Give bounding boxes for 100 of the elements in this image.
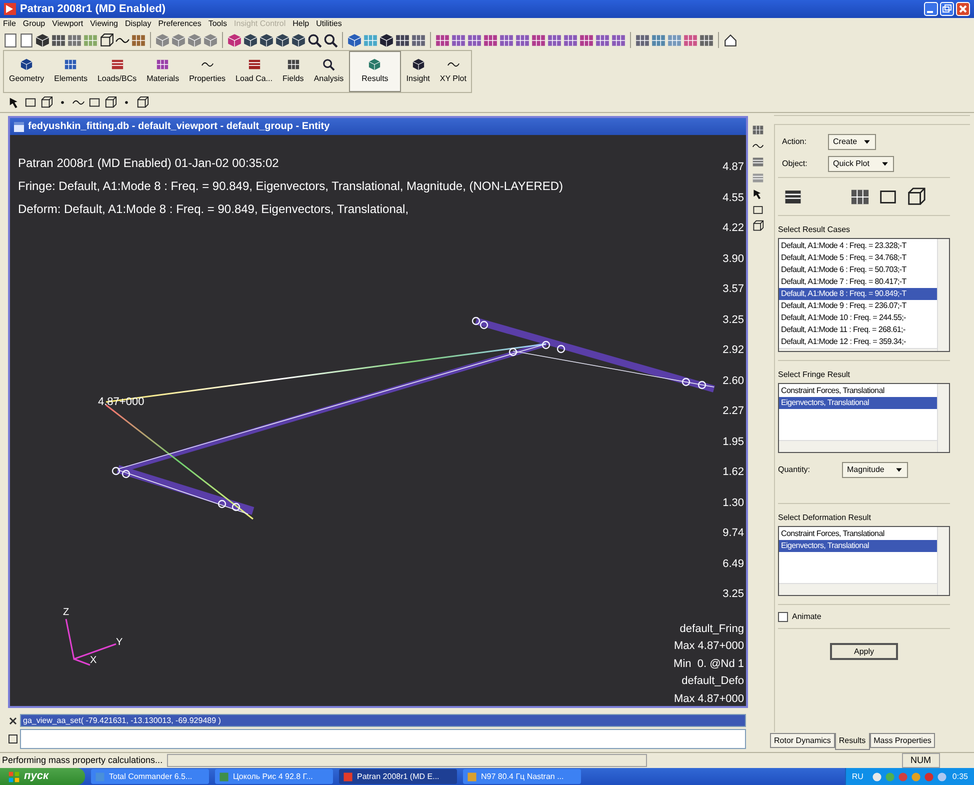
toolbar-tab[interactable]: Load Ca...: [230, 51, 278, 92]
toolbar-tab[interactable]: Properties: [184, 51, 231, 92]
grid-icon[interactable]: [752, 124, 764, 136]
toolbar-tab[interactable]: Results: [348, 51, 402, 92]
page-icon[interactable]: [3, 32, 18, 48]
cube-icon[interactable]: [379, 32, 394, 48]
page-icon[interactable]: [19, 32, 34, 48]
menu-item[interactable]: Help: [292, 20, 310, 28]
menu-item[interactable]: Display: [124, 20, 152, 28]
list-item[interactable]: Default, A1:Mode 6 : Freq. = 50.703;-T: [779, 264, 937, 276]
menu-item[interactable]: Group: [22, 20, 46, 28]
menu-item[interactable]: Viewport: [52, 20, 84, 28]
grid-icon[interactable]: [595, 32, 610, 48]
taskbar-button[interactable]: Total Commander 6.5...: [91, 769, 209, 784]
grid-icon[interactable]: [683, 32, 698, 48]
grid-icon[interactable]: [131, 32, 146, 48]
list-item[interactable]: Default, A1:Mode 12 : Freq. = 359.34;-: [779, 336, 937, 348]
object-dropdown[interactable]: Quick Plot: [828, 156, 894, 172]
cube-icon[interactable]: [291, 32, 306, 48]
grid-icon[interactable]: [483, 32, 498, 48]
grid-icon[interactable]: [67, 32, 82, 48]
bars-icon[interactable]: [752, 156, 764, 168]
picture-icon[interactable]: [906, 186, 926, 206]
animate-checkbox[interactable]: [778, 612, 788, 622]
grid-icon[interactable]: [51, 32, 66, 48]
list-item[interactable]: Eigenvectors, Translational: [779, 397, 937, 409]
toolbar-tab[interactable]: Insight: [401, 51, 435, 92]
grid-icon[interactable]: [547, 32, 562, 48]
minimize-icon[interactable]: [924, 2, 938, 16]
list-item[interactable]: Eigenvectors, Translational: [779, 540, 937, 552]
horizontal-scrollbar[interactable]: [779, 440, 937, 452]
cube-icon[interactable]: [35, 32, 50, 48]
grid-icon[interactable]: [395, 32, 410, 48]
vertical-scrollbar[interactable]: [937, 239, 949, 351]
taskbar-button[interactable]: Patran 2008r1 (MD E...: [339, 769, 457, 784]
grid-icon[interactable]: [611, 32, 626, 48]
menu-item[interactable]: Viewing: [90, 20, 118, 28]
bars-icon[interactable]: [752, 172, 764, 184]
panel-tab[interactable]: Results: [834, 733, 870, 750]
list-box[interactable]: [778, 238, 950, 352]
horizontal-scrollbar[interactable]: [779, 348, 937, 351]
list-item[interactable]: Default, A1:Mode 8 : Freq. = 90.849;-T: [779, 288, 937, 300]
menu-item[interactable]: File: [3, 20, 16, 28]
vertical-scrollbar[interactable]: [937, 527, 949, 595]
taskbar-button[interactable]: Цоколь Рис 4 92.8 Г...: [215, 769, 333, 784]
zoom-icon[interactable]: [323, 32, 338, 48]
list-item[interactable]: Constraint Forces, Translational: [779, 528, 937, 540]
cube-icon[interactable]: [259, 32, 274, 48]
list-item[interactable]: Default, A1:Mode 10 : Freq. = 244.55;-: [779, 312, 937, 324]
grid-icon[interactable]: [499, 32, 514, 48]
apply-button[interactable]: Apply: [830, 643, 898, 660]
menu-item[interactable]: Tools: [208, 20, 228, 28]
toolbar-tab[interactable]: Geometry: [4, 51, 50, 92]
box-icon[interactable]: [752, 220, 764, 232]
grid-icon[interactable]: [435, 32, 450, 48]
box-icon[interactable]: [99, 32, 114, 48]
box-icon[interactable]: [136, 96, 149, 109]
list-icon[interactable]: [784, 188, 802, 206]
cube-icon[interactable]: [243, 32, 258, 48]
grid-icon[interactable]: [467, 32, 482, 48]
taskbar-button[interactable]: N97 80.4 Гц Nastran ...: [463, 769, 581, 784]
grid-icon[interactable]: [515, 32, 530, 48]
panel-tab[interactable]: Mass Properties: [870, 733, 936, 748]
list-item[interactable]: Constraint Forces, Translational: [779, 385, 937, 397]
menu-item[interactable]: Preferences: [158, 20, 202, 28]
toolbar-tab[interactable]: Elements: [49, 51, 92, 92]
quantity-dropdown[interactable]: Magnitude: [842, 462, 908, 478]
horizontal-scrollbar[interactable]: [779, 583, 937, 595]
cube-icon[interactable]: [275, 32, 290, 48]
restore-icon[interactable]: [8, 734, 18, 744]
vertical-scrollbar[interactable]: [937, 384, 949, 452]
list-box[interactable]: Constraint Forces, Translational Eigenvectors, Translational: [778, 526, 950, 596]
toolbar-tab[interactable]: Loads/BCs: [92, 51, 142, 92]
grid-icon[interactable]: [579, 32, 594, 48]
list-item[interactable]: Default, A1:Mode 7 : Freq. = 80.417;-T: [779, 276, 937, 288]
command-input[interactable]: [20, 729, 746, 749]
toolbar-tab[interactable]: Materials: [142, 51, 184, 92]
box-icon[interactable]: [104, 96, 117, 109]
grid-icon[interactable]: [531, 32, 546, 48]
rectangle-icon[interactable]: [752, 204, 764, 216]
zoom-icon[interactable]: [307, 32, 322, 48]
list-item[interactable]: Default, A1:Mode 4 : Freq. = 23.328;-T: [779, 240, 937, 252]
grid-icon[interactable]: [451, 32, 466, 48]
tray-icon[interactable]: [872, 772, 882, 782]
list-item[interactable]: Default, A1:Mode 5 : Freq. = 34.768;-T: [779, 252, 937, 264]
action-dropdown[interactable]: Create: [828, 134, 876, 150]
rectangle-icon[interactable]: [24, 96, 37, 109]
home-icon[interactable]: [723, 32, 738, 48]
toolbar-tab[interactable]: Fields: [277, 51, 309, 92]
box-icon[interactable]: [40, 96, 53, 109]
grid-icon[interactable]: [635, 32, 650, 48]
list-box[interactable]: Constraint Forces, Translational Eigenvectors, Translational: [778, 383, 950, 453]
list-item[interactable]: Default, A1:Mode 11 : Freq. = 268.61;-: [779, 324, 937, 336]
close-icon[interactable]: [8, 716, 18, 726]
panel-tab[interactable]: Rotor Dynamics: [770, 733, 835, 748]
toolbar-tab[interactable]: XY Plot: [434, 51, 472, 92]
start-button[interactable]: пуск: [0, 768, 85, 785]
rectangle-icon[interactable]: [88, 96, 101, 109]
grid-icon[interactable]: [699, 32, 714, 48]
list-item[interactable]: Default, A1:Mode 9 : Freq. = 236.07;-T: [779, 300, 937, 312]
